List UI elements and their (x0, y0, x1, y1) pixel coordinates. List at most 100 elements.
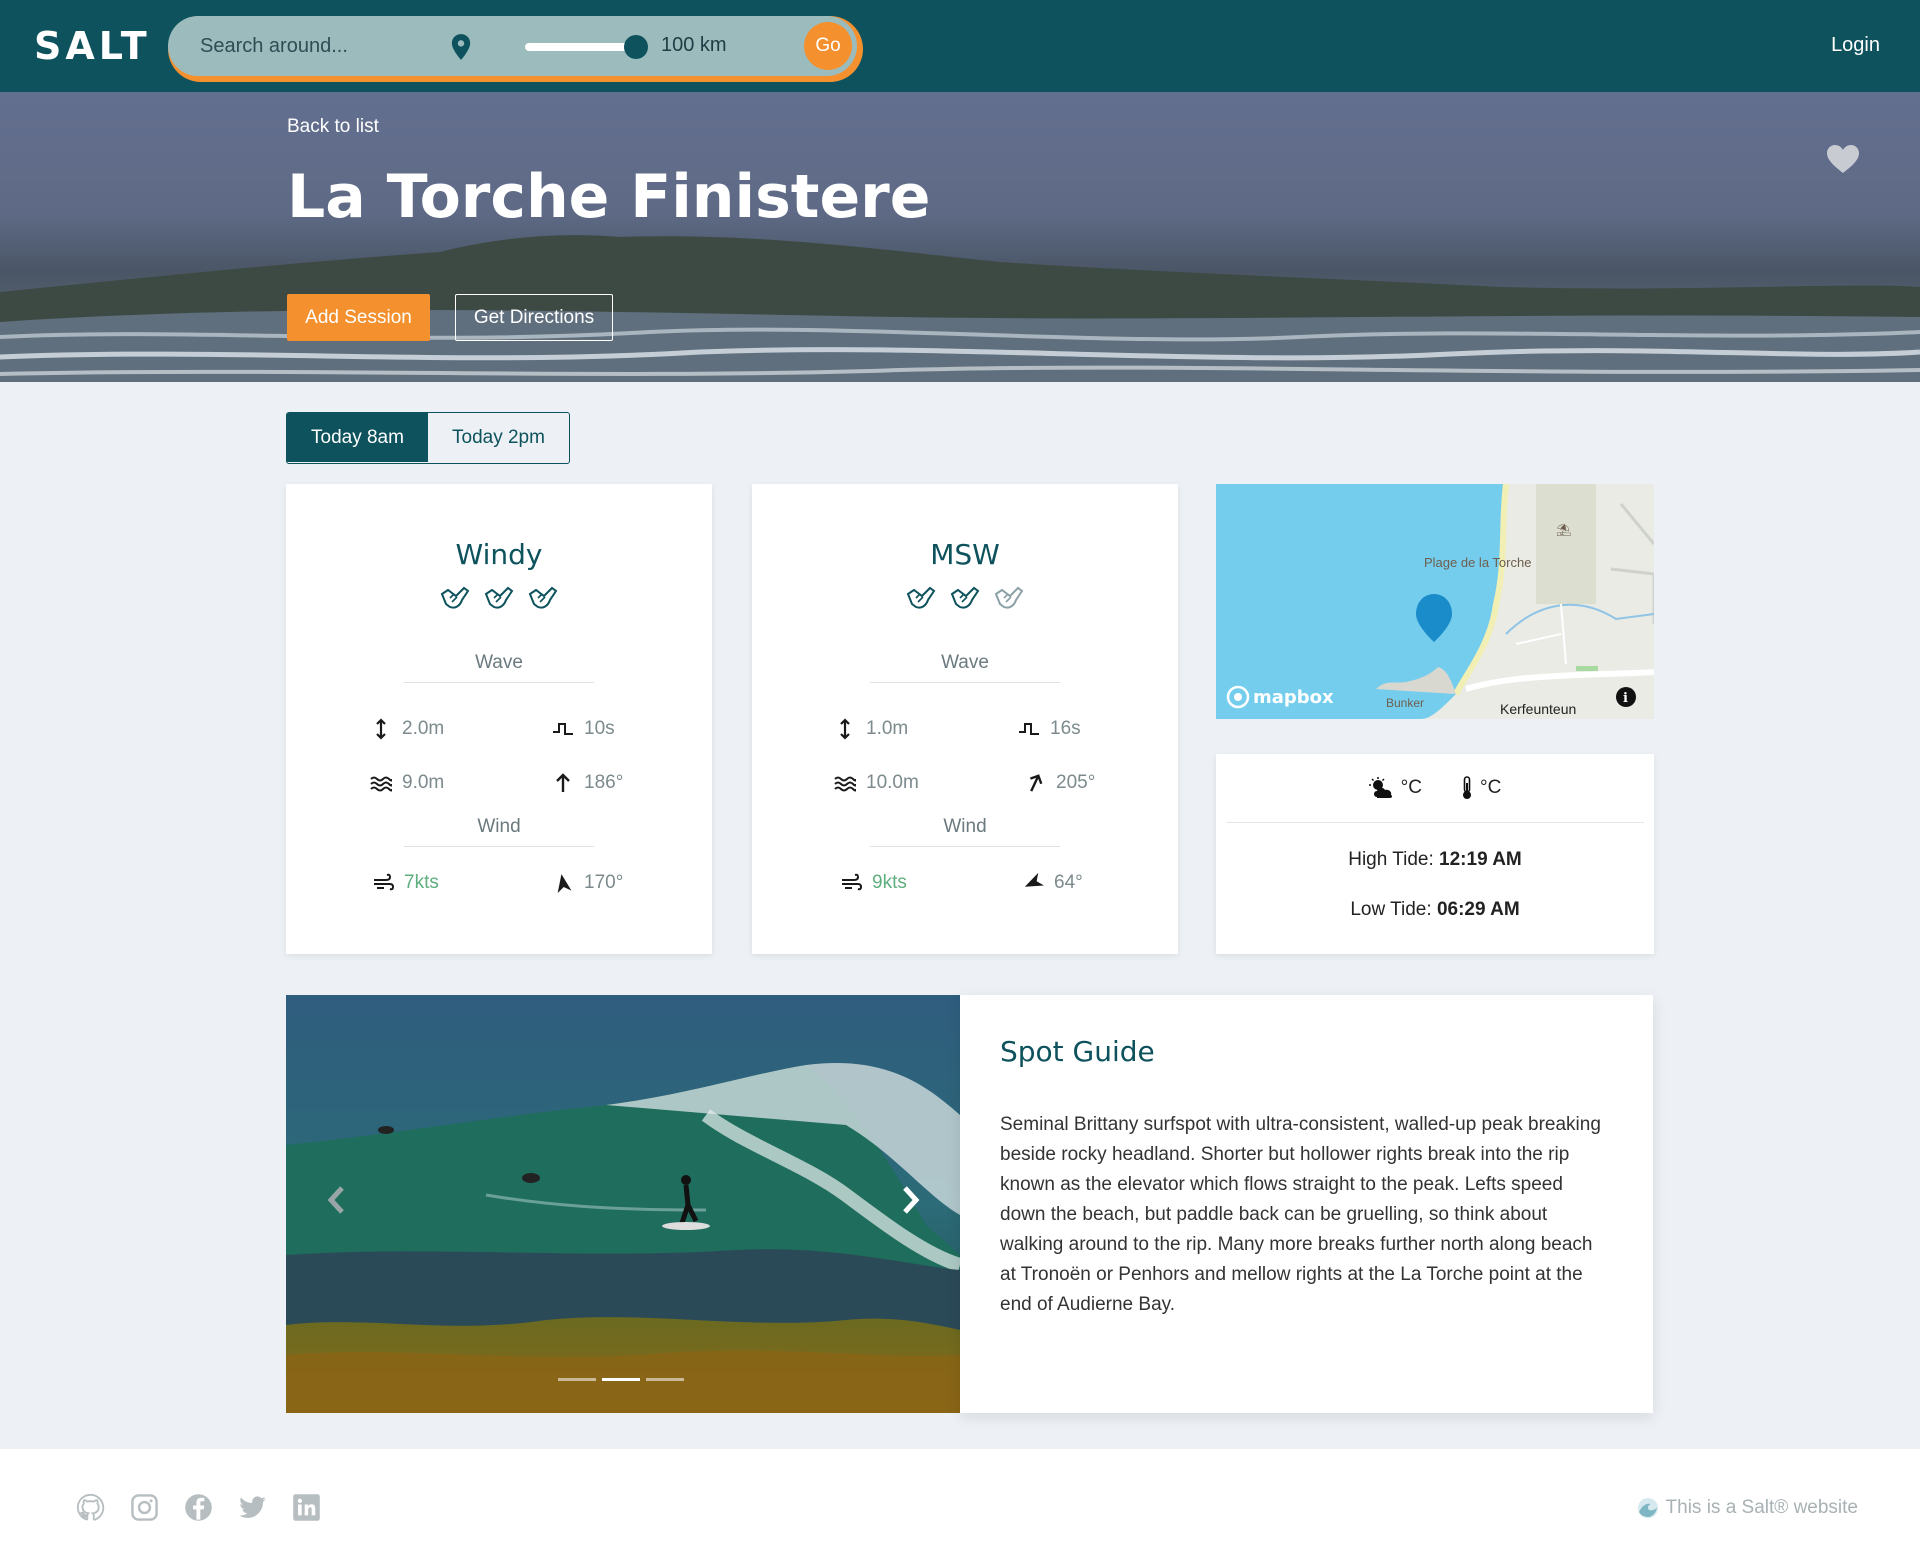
top-nav-bar: SALT 100 km Go Login (0, 0, 1920, 92)
wave-period-stat: 16s (1018, 718, 1081, 740)
map-canvas[interactable]: Plage de la Torche ⛱ Bunker Kerfeunteun … (1216, 484, 1654, 719)
waves-icon (370, 776, 392, 792)
get-directions-button[interactable]: Get Directions (455, 294, 613, 341)
wave-direction-value: 205° (1056, 772, 1096, 793)
surf-rating (286, 580, 712, 614)
map-bunker-label: Bunker (1386, 696, 1424, 710)
high-tide: High Tide: 12:19 AM (1216, 849, 1654, 871)
wind-direction-value: 64° (1054, 872, 1083, 893)
swell-value: 10.0m (866, 772, 919, 793)
forecast-time-tabs: Today 8am Today 2pm (286, 412, 570, 464)
wind-direction-icon (557, 874, 572, 894)
tab-today-8am[interactable]: Today 8am (287, 413, 428, 462)
radius-slider-handle[interactable] (624, 35, 648, 59)
weather-row: °C °C (1216, 776, 1654, 800)
salt-credit[interactable]: This is a Salt® website (1636, 1496, 1858, 1520)
forecast-source-title: Windy (455, 538, 543, 571)
wind-speed-stat: 7kts (372, 872, 439, 894)
wind-icon (842, 873, 862, 891)
height-arrows-icon (840, 718, 850, 740)
height-arrows-icon (376, 718, 386, 740)
login-link[interactable]: Login (1831, 34, 1880, 57)
direction-arrow-icon (556, 773, 570, 792)
wind-section-label: Wind (404, 816, 594, 847)
spot-map[interactable]: Plage de la Torche ⛱ Bunker Kerfeunteun … (1216, 484, 1654, 719)
map-town-label: Kerfeunteun (1500, 701, 1576, 717)
low-tide: Low Tide: 06:29 AM (1216, 899, 1654, 921)
hero-banner: Back to list La Torche Finistere Add Ses… (0, 92, 1920, 382)
back-to-list-link[interactable]: Back to list (287, 116, 379, 138)
period-pulse-icon (553, 723, 573, 735)
wind-speed-value: 7kts (404, 872, 439, 893)
weather-tide-card: °C °C High Tide: 12:19 AM Low Tide: 06:2… (1216, 754, 1654, 954)
search-input[interactable] (200, 30, 430, 62)
temperature-unit: °C (1480, 777, 1502, 798)
footer: This is a Salt® website (0, 1449, 1920, 1566)
swell-stat: 10.0m (834, 772, 919, 794)
favorite-heart-icon[interactable] (1826, 144, 1860, 174)
wave-height-value: 2.0m (402, 718, 445, 739)
wind-icon (374, 873, 394, 891)
location-pin-icon[interactable] (450, 33, 472, 61)
weather-condition-unit: °C (1400, 777, 1422, 798)
wind-section-label: Wind (870, 816, 1060, 847)
swell-value: 9.0m (402, 772, 445, 793)
wave-period-stat: 10s (552, 718, 615, 740)
shaka-icon-empty (994, 586, 1024, 609)
map-place-label: Plage de la Torche (1424, 555, 1531, 570)
salt-logo[interactable]: SALT (34, 24, 151, 68)
carousel-dot[interactable] (646, 1378, 684, 1381)
surf-rating (752, 580, 1178, 614)
wave-height-stat: 2.0m (370, 718, 444, 740)
weather-condition: °C (1368, 776, 1422, 800)
carousel-dot-active[interactable] (602, 1378, 640, 1381)
wave-direction-value: 186° (584, 772, 624, 793)
shaka-icon (528, 586, 558, 609)
go-button[interactable]: Go (804, 22, 852, 70)
forecast-card-msw: MSW Wave 1.0m 16s 10.0m 205° Wind 9kts 6… (752, 484, 1178, 954)
wave-direction-stat: 186° (552, 772, 623, 794)
wind-speed-value: 9kts (872, 872, 907, 893)
search-bar-inner: 100 km Go (168, 16, 857, 76)
github-icon[interactable] (76, 1493, 105, 1522)
radius-slider-track[interactable] (525, 43, 637, 51)
radius-label: 100 km (661, 34, 727, 56)
spot-title: La Torche Finistere (287, 162, 931, 232)
wind-speed-stat: 9kts (840, 872, 907, 894)
swell-stat: 9.0m (370, 772, 444, 794)
wave-section-label: Wave (404, 652, 594, 683)
instagram-icon[interactable] (130, 1493, 159, 1522)
weather-divider (1226, 822, 1644, 823)
waves-icon (834, 776, 856, 792)
carousel-next-icon[interactable] (899, 1185, 921, 1215)
social-links (76, 1493, 321, 1522)
wave-period-value: 10s (584, 718, 615, 739)
wind-direction-value: 170° (584, 872, 624, 893)
svg-text:i: i (1623, 691, 1628, 706)
facebook-icon[interactable] (184, 1493, 213, 1522)
tab-today-2pm[interactable]: Today 2pm (428, 413, 569, 462)
period-pulse-icon (1019, 723, 1039, 735)
shaka-icon (440, 586, 470, 609)
salt-credit-text: This is a Salt® website (1665, 1497, 1858, 1518)
carousel-indicators (558, 1378, 684, 1381)
twitter-icon[interactable] (238, 1493, 267, 1522)
wave-logo-icon (1637, 1498, 1658, 1518)
mapbox-logo[interactable]: mapbox (1253, 687, 1334, 708)
wave-height-stat: 1.0m (834, 718, 908, 740)
spot-photo-carousel[interactable] (286, 995, 960, 1413)
wave-direction-stat: 205° (1024, 772, 1095, 794)
carousel-dot[interactable] (558, 1378, 596, 1381)
shaka-icon (906, 586, 936, 609)
wind-direction-stat: 64° (1022, 872, 1083, 894)
svg-text:⛱: ⛱ (1556, 523, 1571, 537)
add-session-button[interactable]: Add Session (287, 294, 430, 341)
shaka-icon (950, 586, 980, 609)
linkedin-icon[interactable] (292, 1493, 321, 1522)
high-tide-time: 12:19 AM (1439, 849, 1522, 870)
carousel-prev-icon[interactable] (326, 1185, 348, 1215)
spot-guide-card: Spot Guide Seminal Brittany surfspot wit… (960, 995, 1653, 1413)
wave-section-label: Wave (870, 652, 1060, 683)
partly-cloudy-icon (1368, 777, 1392, 798)
spot-guide-title: Spot Guide (1000, 1035, 1155, 1068)
